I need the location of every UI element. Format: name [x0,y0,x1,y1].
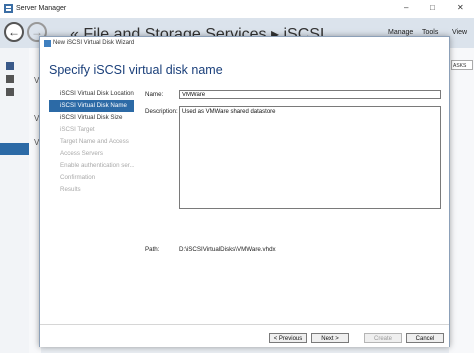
path-value: D:\iSCSIVirtualDisks\VMWare.vhdx [179,246,276,253]
menu-view[interactable]: View [452,29,467,36]
step-size[interactable]: iSCSI Virtual Disk Size [49,112,134,124]
local-server-icon[interactable] [6,75,14,83]
new-iscsi-virtual-disk-wizard: New iSCSI Virtual Disk Wizard Specify iS… [39,36,450,347]
step-name[interactable]: iSCSI Virtual Disk Name [49,100,134,112]
name-input[interactable] [179,90,441,99]
menu-manage[interactable]: Manage [388,29,413,36]
step-target-name-access: Target Name and Access [60,138,129,145]
step-confirmation: Confirmation [60,174,96,181]
minimize-button[interactable]: – [404,3,408,12]
server-manager-right-panel: ASKS [449,48,474,353]
step-location[interactable]: iSCSI Virtual Disk Location [49,88,134,100]
dashboard-icon[interactable] [6,62,14,70]
wizard-footer: < Previous Next > Create Cancel [40,324,449,347]
page-title: Specify iSCSI virtual disk name [49,63,223,77]
back-arrow-icon: ← [8,25,20,39]
tasks-dropdown[interactable]: ASKS [451,60,473,70]
create-button[interactable]: Create [364,333,402,343]
step-target: iSCSI Target [60,126,95,133]
step-access-servers: Access Servers [60,150,103,157]
all-servers-icon[interactable] [6,88,14,96]
cancel-button[interactable]: Cancel [406,333,444,343]
description-input[interactable]: Used as VMWare shared datastore [179,106,441,209]
wizard-title: New iSCSI Virtual Disk Wizard [53,40,135,46]
wizard-titlebar: New iSCSI Virtual Disk Wizard [40,37,449,50]
wizard-icon [44,40,51,47]
step-authentication: Enable authentication ser... [60,162,134,169]
description-label: Description: [145,108,178,115]
wizard-steps: iSCSI Virtual Disk Location iSCSI Virtua… [49,88,134,196]
previous-button[interactable]: < Previous [269,333,307,343]
next-button[interactable]: Next > [311,333,349,343]
server-manager-titlebar: Server Manager – □ ✕ [0,0,474,19]
server-manager-title: Server Manager [16,5,67,12]
close-button[interactable]: ✕ [457,3,464,12]
server-manager-icon [4,4,13,13]
step-results: Results [60,186,81,193]
file-storage-services-item[interactable] [0,143,29,155]
name-label: Name: [145,91,164,98]
back-button[interactable]: ← [4,22,24,42]
path-label: Path: [145,246,160,253]
maximize-button[interactable]: □ [430,3,435,12]
menu-tools[interactable]: Tools [422,29,438,36]
disk-name-form: Name: Description: Used as VMWare shared… [145,88,445,300]
server-manager-sidebar [0,48,30,353]
